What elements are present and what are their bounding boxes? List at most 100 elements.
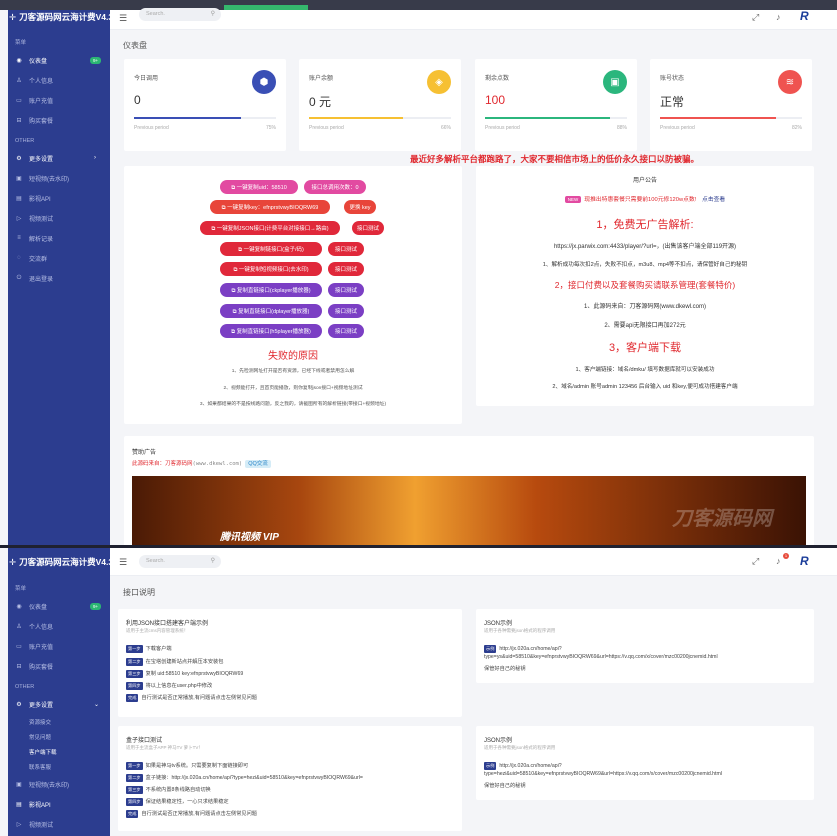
- bell-icon[interactable]: ♪: [776, 556, 781, 566]
- sidebar-item-recharge[interactable]: ▭ 账户充值: [8, 90, 110, 110]
- copy-button[interactable]: ⧉ 一键复制链接口(盒子/码): [220, 242, 322, 256]
- step-text: 在宝塔创建新站点并解压本安装包: [145, 659, 224, 665]
- sidebar-item-recharge[interactable]: ▭ 账户充值: [8, 636, 110, 656]
- progress-fill: [485, 117, 610, 119]
- qq-button[interactable]: QQ交流: [245, 460, 271, 468]
- announce-heading-1: 1，免费无广告解析:: [596, 219, 694, 231]
- ad-banner[interactable]: 腾讯视频 VIP 刀客源码网: [132, 476, 806, 545]
- period-label: Previous period: [134, 125, 169, 131]
- logout-icon: ⏻: [16, 274, 22, 281]
- progress-fill: [309, 117, 403, 119]
- step-tag: 第一步: [126, 645, 143, 653]
- step-line: 第二步 盒子链接：http://jx.020a.cn/home/api?type=…: [126, 774, 363, 782]
- url-part: http://jx.020a.cn/home/api?: [499, 646, 562, 652]
- doc-card-title: 盒子接口测试: [126, 738, 163, 744]
- fullscreen-icon[interactable]: ⤢: [752, 556, 759, 567]
- sidebar-item-buy[interactable]: ⊟ 购买套餐: [8, 110, 110, 130]
- action-secondary-button[interactable]: 接口测试: [328, 283, 364, 297]
- action-secondary-button[interactable]: 接口测试: [352, 221, 384, 235]
- copy-button[interactable]: ⧉ 复制直链接口(dplayer播放器): [220, 304, 322, 318]
- sidebar-item-buy[interactable]: ⊟ 购买套餐: [8, 656, 110, 676]
- video-icon: ▣: [16, 781, 22, 788]
- main-area: ☰ Search. ⚲ ⤢ ♪ 1 R 接口说明 利用JSON接口搭建客户端示例 …: [110, 548, 837, 836]
- sidebar-item-videotest[interactable]: ▷ 视频测试: [8, 814, 110, 834]
- announce-heading-3: 3，客户端下载: [608, 342, 682, 354]
- doc-card-subtitle: 适用于主流盒子APP 神马TV 萝卜TV！: [126, 745, 203, 750]
- search-placeholder: Search.: [146, 558, 165, 564]
- copy-button[interactable]: ⧉ 复制直链接口(ckplayer播放器): [220, 283, 322, 297]
- sidebar-section-other: OTHER: [15, 684, 35, 690]
- step-line: 第三步 复制 uid:58510 key:efnprstvwyBIOQRW69: [126, 670, 243, 678]
- announce-url: https://jx.parwix.com:4433/player/?url=，…: [553, 244, 737, 250]
- sidebar-item-records[interactable]: ≡ 解析记录: [8, 228, 110, 248]
- watermark: 刀客源码网: [672, 508, 772, 530]
- avatar[interactable]: R: [800, 9, 815, 24]
- action-secondary-button[interactable]: 更换 key: [344, 200, 376, 214]
- url-part: type=hezi&uid=58510&key=efnprstvwyBIOQRW…: [484, 771, 722, 777]
- brand-title: ✛ 刀客源码网云海计费V4.3: [8, 548, 110, 576]
- copy-button[interactable]: ⧉ 复制直链接口(h5player播放器): [220, 324, 322, 338]
- avatar[interactable]: R: [800, 554, 815, 569]
- sidebar-item-group[interactable]: ◌ 交流群: [8, 248, 110, 268]
- announcement-title: 用户公告: [632, 178, 657, 184]
- doc-card-title: 利用JSON接口搭建客户端示例: [126, 621, 209, 627]
- stat-value: 100: [485, 93, 506, 107]
- ad-title: 赞助广告: [132, 450, 157, 456]
- example-tag: 示例: [484, 762, 497, 770]
- badge: 9+: [90, 56, 102, 64]
- submenu-item-download[interactable]: 客户端下载: [8, 744, 110, 759]
- action-secondary-button[interactable]: 接口测试: [328, 304, 364, 318]
- copy-button[interactable]: ⧉ 一键复制uid：58510: [220, 180, 298, 194]
- sidebar-item-videotest[interactable]: ▷ 视频测试: [8, 208, 110, 228]
- vip-text: 腾讯视频 VIP: [220, 532, 279, 543]
- fullscreen-icon[interactable]: ⤢: [752, 12, 759, 23]
- sidebar-item-logout[interactable]: ⏻ 退出登录: [8, 268, 110, 288]
- sidebar-item-label: 个人信息: [29, 624, 54, 631]
- step-text: 下载客户端: [145, 646, 172, 652]
- video-icon: ▣: [16, 175, 22, 182]
- stat-value: 0: [134, 93, 141, 107]
- action-secondary-button[interactable]: 接口测试: [328, 324, 364, 338]
- gear-icon: ⚙: [16, 155, 22, 162]
- action-secondary-button[interactable]: 接口总调用次数：0: [304, 180, 366, 194]
- menu-icon[interactable]: ☰: [119, 13, 127, 24]
- sidebar-item-label: 账户充值: [29, 98, 54, 105]
- step-line: 第四步 保证结果稳定性，一心只求结果稳定: [126, 798, 229, 806]
- sidebar-item-label: 个人信息: [29, 78, 54, 85]
- menu-icon[interactable]: ☰: [119, 557, 127, 568]
- play-icon: ▷: [16, 821, 22, 828]
- sidebar-item-shortvideo[interactable]: ▣ 短视频(去水印): [8, 774, 110, 794]
- sidebar-item-api[interactable]: ▤ 影视API: [8, 188, 110, 208]
- submenu-item[interactable]: 资源接交: [8, 714, 110, 729]
- announce-detail: 2、域名/admin 账号admin 123456 后台输入 uid 和key,…: [552, 384, 738, 390]
- failure-note: 1、先检测网址打开是否有资源，已经下线或者禁用怎么解: [231, 369, 355, 374]
- action-secondary-button[interactable]: 接口测试: [328, 242, 364, 256]
- promo-link[interactable]: 点击查看: [702, 197, 725, 203]
- search-input[interactable]: Search. ⚲: [139, 8, 221, 21]
- sidebar: ✛ 刀客源码网云海计费V4.3 菜单 ◉ 仪表盘 9+ ♙ 个人信息 ▭ 账户充值 ⊟ 购买…: [8, 10, 110, 545]
- failure-title: 失败的原因: [268, 351, 318, 362]
- cart-icon: ⊟: [16, 663, 22, 670]
- stat-label: 账号状态: [660, 76, 685, 82]
- copy-button[interactable]: ⧉ 一键复制短视频接口(去水印): [220, 262, 322, 276]
- notification-count: 1: [783, 553, 789, 559]
- period-percent: 88%: [616, 125, 627, 131]
- search-input[interactable]: Search. ⚲: [139, 555, 221, 568]
- copy-button[interactable]: ⧉ 一键复制key：efnprstvwyBIOQRW69: [210, 200, 330, 214]
- submenu-item[interactable]: 常见问题: [8, 729, 110, 744]
- submenu-item[interactable]: 联系客服: [8, 759, 110, 774]
- sidebar-item-dashboard[interactable]: ◉ 仪表盘 9+: [8, 50, 110, 70]
- bell-icon[interactable]: ♪: [776, 12, 781, 22]
- copy-button[interactable]: ⧉ 一键复制JSON接口(计费平台对接接口→路由): [200, 221, 340, 235]
- plus-icon: ✛: [9, 556, 17, 567]
- action-secondary-button[interactable]: 接口测试: [328, 262, 364, 276]
- sidebar-item-more[interactable]: ⚙ 更多设置 ›: [8, 148, 110, 168]
- sidebar-item-label: 短视频(去水印): [29, 782, 69, 789]
- sidebar-item-dashboard[interactable]: ◉ 仪表盘 9+: [8, 596, 110, 616]
- sidebar-item-api[interactable]: ▤ 影视API: [8, 794, 110, 814]
- sidebar-item-profile[interactable]: ♙ 个人信息: [8, 70, 110, 90]
- sidebar-item-profile[interactable]: ♙ 个人信息: [8, 616, 110, 636]
- sidebar-item-shortvideo[interactable]: ▣ 短视频(去水印): [8, 168, 110, 188]
- stat-value: 0 元: [309, 95, 332, 109]
- sidebar-item-more[interactable]: ⚙ 更多设置 ⌄: [8, 694, 110, 714]
